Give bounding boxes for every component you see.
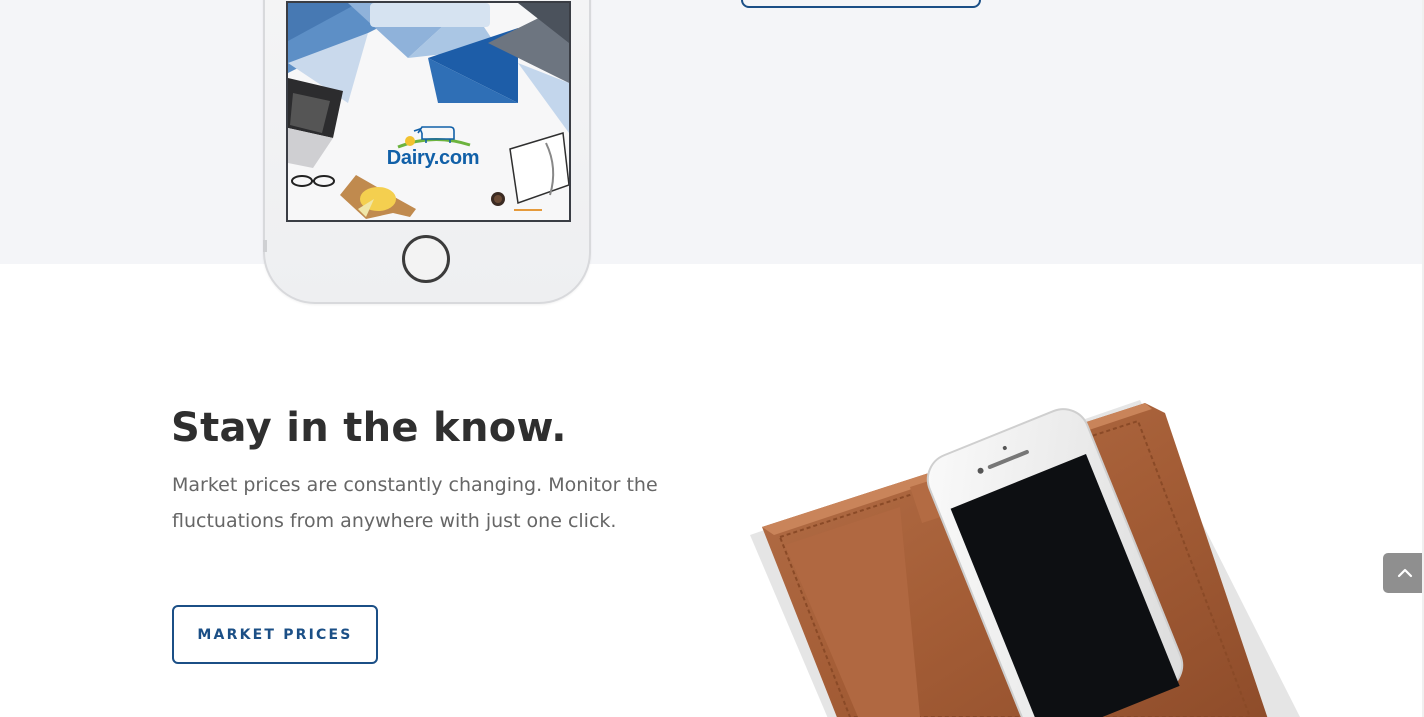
top-section-background	[0, 0, 1424, 264]
section-description: Market prices are constantly changing. M…	[172, 474, 658, 532]
section-heading: Stay in the know.	[171, 405, 567, 451]
phone-home-button	[402, 235, 450, 283]
phone-side-detail	[263, 240, 267, 252]
app-splash-artwork	[288, 3, 569, 220]
top-section-button[interactable]	[741, 0, 981, 8]
dairy-logo: Dairy.com	[378, 121, 488, 173]
scroll-to-top-button[interactable]	[1383, 553, 1424, 593]
leather-case-photo	[750, 400, 1300, 717]
phone-in-leather-case-image	[740, 395, 1300, 717]
market-prices-button[interactable]: MARKET PRICES	[172, 605, 378, 664]
page: Dairy.com Stay in the know. Market price…	[0, 0, 1424, 717]
phone-screen: Dairy.com	[286, 1, 571, 222]
dairy-logo-text: Dairy.com	[386, 147, 480, 169]
phone-mockup: Dairy.com	[263, 0, 591, 304]
chevron-up-icon	[1397, 568, 1413, 578]
